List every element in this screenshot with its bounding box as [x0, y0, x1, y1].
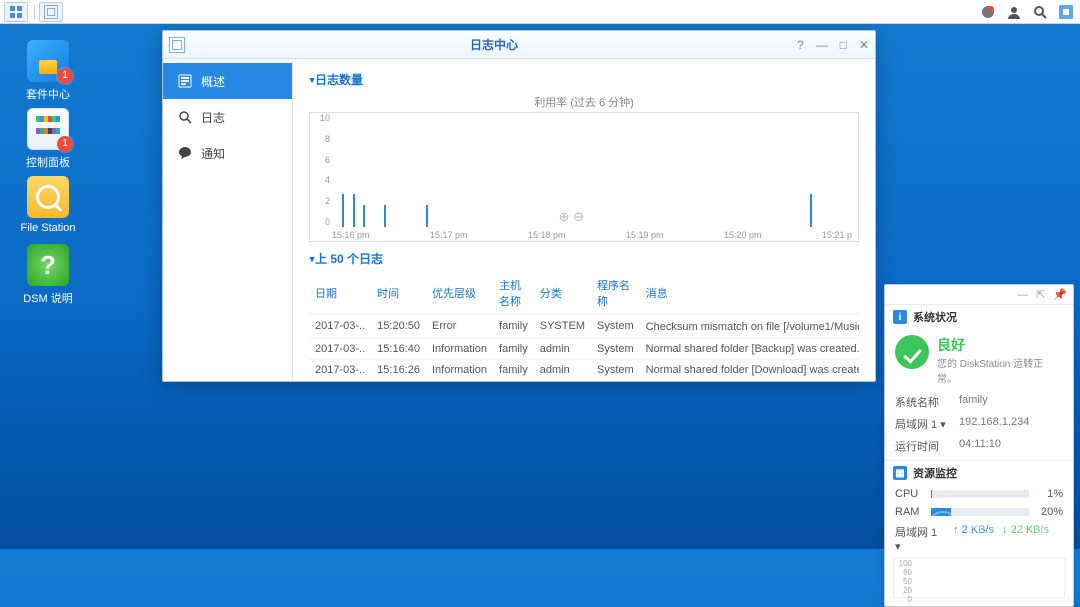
search-icon[interactable]: [1030, 2, 1050, 22]
table-row[interactable]: 2017-03-..15:20:50ErrorfamilySYSTEMSyste…: [309, 314, 859, 339]
window-help-button[interactable]: ?: [797, 38, 804, 52]
value-sysname: family: [959, 394, 1063, 410]
taskbar-divider: [34, 4, 35, 20]
label-sysname: 系统名称: [895, 394, 959, 410]
watermark: 值 什么值得买: [927, 511, 1070, 543]
status-ok-icon: [895, 335, 929, 369]
monitor-icon: ▦: [893, 466, 907, 480]
health-title-text: 系统状况: [913, 309, 957, 325]
col-header[interactable]: 消息: [640, 273, 859, 314]
sidebar-item-log[interactable]: 日志: [163, 99, 292, 135]
label-cpu: CPU: [895, 488, 925, 500]
log-icon: [177, 109, 193, 125]
value-cpu: 1%: [1035, 488, 1063, 500]
sidebar-item-label: 日志: [201, 109, 225, 126]
widget-header: — ⇱ 📌: [885, 285, 1073, 305]
value-lan: 192.168.1.234: [959, 416, 1063, 432]
cpu-bar: [931, 490, 1029, 498]
log-sidebar: 概述日志通知: [163, 59, 293, 381]
log-volume-chart: 1086420 ⊕ ⊖ 15:16 pm15:17 pm15:18 pm15:1…: [309, 112, 859, 242]
value-uptime: 04:11:10: [959, 438, 1063, 454]
window-titlebar[interactable]: 日志中心 ? — □ ✕: [163, 31, 875, 59]
status-word: 良好: [937, 335, 1063, 355]
sidebar-item-overview[interactable]: 概述: [163, 63, 292, 99]
window-title: 日志中心: [191, 36, 797, 53]
widgets-icon[interactable]: [1056, 2, 1076, 22]
desktop-icon-label: 套件中心: [18, 86, 78, 102]
taskbar-app-logcenter[interactable]: [39, 2, 63, 22]
watermark-text: 什么值得买: [965, 513, 1070, 542]
col-header[interactable]: 程序名称: [591, 273, 640, 314]
desktop-icon-ctrl[interactable]: 1 控制面板: [18, 108, 78, 170]
col-header[interactable]: 时间: [371, 273, 426, 314]
log-table: 日期时间优先层级主机名称分类程序名称消息 2017-03-..15:20:50E…: [309, 273, 859, 377]
chart-caption: 利用率 (过去 6 分钟): [309, 94, 859, 110]
widget-minimize-button[interactable]: —: [1017, 289, 1028, 301]
pkg-icon: 1: [27, 40, 69, 82]
col-header[interactable]: 优先层级: [426, 273, 493, 314]
system-health-widget: — ⇱ 📌 i 系统状况 良好 您的 DiskStation 运转正常。 系统名…: [884, 284, 1074, 607]
info-icon: i: [893, 310, 907, 324]
section-log-volume[interactable]: 日志数量: [309, 71, 859, 88]
chart-zoom-tools[interactable]: ⊕ ⊖: [559, 209, 584, 225]
window-close-button[interactable]: ✕: [859, 38, 869, 52]
sidebar-item-label: 通知: [201, 145, 225, 162]
col-header[interactable]: 主机名称: [493, 273, 534, 314]
user-icon[interactable]: [1004, 2, 1024, 22]
desktop-icon-files[interactable]: File Station: [18, 176, 78, 234]
desktop-icon-pkg[interactable]: 1 套件中心: [18, 40, 78, 102]
notify-icon: [177, 145, 193, 161]
taskbar: [0, 0, 1080, 24]
desktop-icon-label: File Station: [18, 222, 78, 234]
col-header[interactable]: 日期: [309, 273, 371, 314]
label-uptime: 运行时间: [895, 438, 959, 454]
ctrl-icon: 1: [27, 108, 69, 150]
section-latest-logs[interactable]: 上 50 个日志: [309, 250, 859, 267]
sidebar-item-label: 概述: [201, 73, 225, 90]
window-minimize-button[interactable]: —: [816, 38, 828, 52]
badge: 1: [57, 136, 73, 152]
net-mini-chart: 1008050200: [893, 558, 1065, 598]
desktop-icon-label: 控制面板: [18, 154, 78, 170]
table-row[interactable]: 2017-03-..15:16:26Informationfamilyadmin…: [309, 360, 859, 378]
sidebar-item-notify[interactable]: 通知: [163, 135, 292, 171]
help-icon: ?: [27, 244, 69, 286]
desktop-icon-label: DSM 说明: [18, 290, 78, 306]
monitor-title-text: 资源监控: [913, 465, 957, 481]
window-app-icon: [169, 37, 185, 53]
widget-pin-button[interactable]: 📌: [1053, 288, 1067, 301]
label-ram: RAM: [895, 506, 925, 518]
log-center-window: 日志中心 ? — □ ✕ 概述日志通知 日志数量 利用率 (过去 6 分钟) 1…: [162, 30, 876, 382]
badge: 1: [57, 68, 73, 84]
col-header[interactable]: 分类: [534, 273, 591, 314]
watermark-icon: 值: [927, 511, 959, 543]
health-section-title: i 系统状况: [885, 305, 1073, 329]
notifications-icon[interactable]: [978, 2, 998, 22]
status-subtext: 您的 DiskStation 运转正常。: [937, 355, 1063, 385]
window-maximize-button[interactable]: □: [840, 38, 847, 52]
monitor-section-title: ▦ 资源监控: [885, 461, 1073, 485]
show-desktop-button[interactable]: [4, 2, 28, 22]
table-row[interactable]: 2017-03-..15:16:40Informationfamilyadmin…: [309, 339, 859, 360]
overview-icon: [177, 73, 193, 89]
label-lan[interactable]: 局域网 1 ▾: [895, 416, 959, 432]
desktop-icon-help[interactable]: ? DSM 说明: [18, 244, 78, 306]
files-icon: [27, 176, 69, 218]
log-content: 日志数量 利用率 (过去 6 分钟) 1086420 ⊕ ⊖ 15:16 pm1…: [293, 59, 875, 381]
widget-expand-button[interactable]: ⇱: [1036, 288, 1045, 301]
